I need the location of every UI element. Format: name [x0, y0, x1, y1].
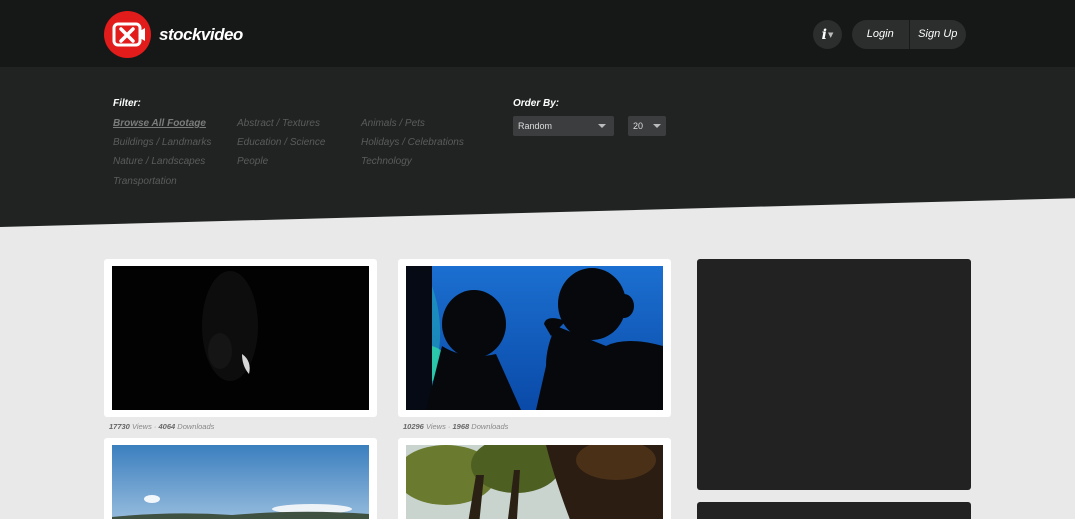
video-stats: 10296 Views · 1968 Downloads — [403, 422, 509, 431]
filter-nature-landscapes[interactable]: Nature / Landscapes — [113, 156, 205, 167]
views-count: 10296 — [403, 422, 424, 431]
brand-logo[interactable]: stockvideo — [104, 11, 243, 58]
video-stats: 17730 Views · 4064 Downloads — [109, 422, 215, 431]
filter-people[interactable]: People — [237, 156, 268, 167]
forest-trees-thumbnail — [406, 445, 663, 519]
info-icon: i — [821, 26, 827, 43]
sidebar-ad-block[interactable] — [697, 259, 971, 490]
page-size-value: 20 — [633, 121, 644, 131]
sort-order-select[interactable]: Random — [513, 116, 614, 136]
filter-education-science[interactable]: Education / Science — [237, 137, 325, 148]
video-card[interactable] — [104, 438, 377, 519]
page-size-select[interactable]: 20 — [628, 116, 666, 136]
video-thumbnail[interactable] — [406, 266, 663, 410]
brand-name: stockvideo — [159, 24, 243, 44]
dark-footage-thumbnail — [112, 266, 369, 410]
signup-button[interactable]: Sign Up — [910, 20, 967, 49]
downloads-label: Downloads — [471, 422, 509, 431]
video-card[interactable] — [398, 438, 671, 519]
filter-title: Filter: — [113, 98, 141, 109]
caret-down-icon: ▼ — [827, 30, 834, 39]
login-button[interactable]: Login — [852, 20, 909, 49]
filter-transportation[interactable]: Transportation — [113, 176, 177, 187]
filter-animals-pets[interactable]: Animals / Pets — [361, 118, 425, 129]
video-card[interactable] — [398, 259, 671, 417]
video-card[interactable] — [104, 259, 377, 417]
views-count: 17730 — [109, 422, 130, 431]
info-menu-button[interactable]: i ▼ — [813, 20, 842, 49]
filter-abstract-textures[interactable]: Abstract / Textures — [237, 118, 320, 129]
filter-browse-all[interactable]: Browse All Footage — [113, 118, 206, 129]
filter-buildings-landmarks[interactable]: Buildings / Landmarks — [113, 137, 211, 148]
auth-buttons: Login Sign Up — [852, 20, 966, 49]
video-thumbnail[interactable] — [112, 266, 369, 410]
video-thumbnail[interactable] — [112, 445, 369, 519]
order-by-title: Order By: — [513, 98, 560, 109]
downloads-count: 1968 — [452, 422, 470, 431]
sort-order-value: Random — [518, 121, 553, 131]
filter-technology[interactable]: Technology — [361, 156, 412, 167]
sidebar-ad-block[interactable] — [697, 502, 971, 519]
chevron-down-icon — [653, 124, 661, 128]
video-thumbnail[interactable] — [406, 445, 663, 519]
downloads-count: 4064 — [158, 422, 176, 431]
landscape-sky-thumbnail — [112, 445, 369, 519]
views-label: Views — [425, 422, 446, 431]
filter-holidays-celebrations[interactable]: Holidays / Celebrations — [361, 137, 464, 148]
top-navigation-bar: stockvideo i ▼ Login Sign Up — [0, 0, 1075, 67]
downloads-label: Downloads — [177, 422, 215, 431]
aquarium-silhouette-thumbnail — [406, 266, 663, 410]
views-label: Views — [131, 422, 152, 431]
chevron-down-icon — [598, 124, 606, 128]
logo-x-icon — [104, 11, 151, 58]
